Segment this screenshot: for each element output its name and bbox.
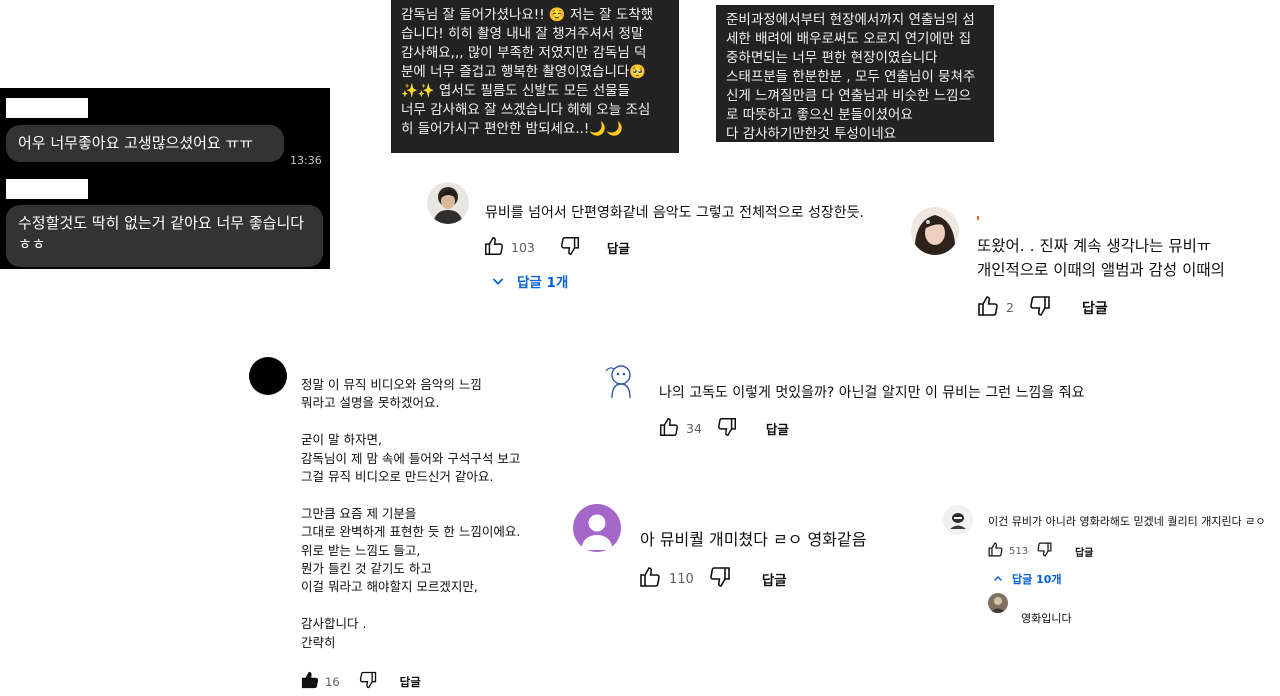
- view-replies-label: 답글 1개: [517, 275, 569, 291]
- redacted-sender-name: [6, 179, 88, 199]
- thumbs-up-icon: [301, 671, 319, 689]
- commenter-avatar[interactable]: [943, 505, 973, 535]
- reply-button[interactable]: 답글: [400, 674, 421, 690]
- commenter-avatar[interactable]: [911, 207, 959, 255]
- dislike-button[interactable]: [358, 670, 378, 693]
- thumbs-down-icon: [717, 418, 736, 436]
- chevron-down-icon: [492, 278, 504, 285]
- comment-actions: 103 답글: [483, 235, 630, 260]
- dislike-button[interactable]: [559, 235, 581, 260]
- avatar-photo-icon: [914, 215, 956, 255]
- message-note-left: 감독님 잘 들어가셨나요!! ☺️ 저는 잘 도착했 습니다! 히히 촬영 내내…: [391, 0, 679, 153]
- thumbs-up-icon: [660, 418, 678, 436]
- like-button[interactable]: [976, 294, 1000, 321]
- thumbs-up-icon: [988, 542, 1003, 557]
- message-note-right: 준비과정에서부터 현장에서까지 연출님의 섬 세한 배려에 배우로써도 오로지 …: [716, 5, 994, 142]
- dislike-button[interactable]: [1036, 541, 1053, 561]
- thumbs-down-icon: [1030, 296, 1050, 316]
- chat-time: 13:36: [290, 154, 322, 167]
- like-button[interactable]: [638, 565, 662, 593]
- comment-text: 정말 이 뮤직 비디오와 음악의 느낌 뭐라고 설명을 못하겠어요. 굳이 말 …: [301, 377, 521, 650]
- commenter-avatar[interactable]: [573, 504, 621, 552]
- chat-message-text: 수정할것도 딱히 없는거 같아요 너무 좋습니다ㅎㅎ: [18, 214, 305, 253]
- thumbs-up-icon: [978, 296, 998, 316]
- thumbs-up-icon: [640, 567, 660, 587]
- avatar-photo-icon: [433, 187, 463, 224]
- like-button[interactable]: [483, 235, 505, 260]
- avatar-photo-icon: [990, 597, 1006, 613]
- like-count: 513: [1009, 545, 1029, 557]
- chevron-up-icon: [994, 576, 1002, 581]
- avatar-character-icon: [950, 513, 966, 529]
- chat-bubble: 수정할것도 딱히 없는거 같아요 너무 좋습니다ㅎㅎ: [6, 205, 323, 267]
- like-count: 34: [686, 421, 702, 436]
- hide-replies-label: 답글 10개: [1012, 573, 1062, 586]
- dislike-button[interactable]: [1028, 294, 1052, 321]
- thumbs-down-icon: [710, 567, 730, 587]
- unread-dot: [977, 216, 979, 220]
- commenter-avatar[interactable]: [249, 357, 287, 395]
- reply-button[interactable]: 답글: [1082, 298, 1108, 318]
- comment-actions: 513 답글: [987, 541, 1094, 561]
- redacted-sender-name: [6, 98, 88, 118]
- thumbs-up-icon: [485, 237, 503, 255]
- thumbs-down-icon: [359, 671, 376, 689]
- reply-button[interactable]: 답글: [766, 419, 789, 438]
- reply-button[interactable]: 답글: [1075, 544, 1093, 559]
- commenter-avatar[interactable]: [427, 182, 469, 224]
- comment-text: 뮤비를 넘어서 단편영화같네 음악도 그렇고 전체적으로 성장한듯.: [485, 205, 864, 221]
- like-count: 16: [325, 674, 340, 689]
- like-button[interactable]: [987, 541, 1004, 561]
- comment-actions: 2 답글: [976, 294, 1108, 321]
- comment-actions: 16 답글: [300, 670, 421, 693]
- dislike-button[interactable]: [708, 565, 732, 593]
- comment-text: 아 뮤비퀄 개미쳤다 ㄹㅇ 영화같음: [640, 530, 867, 549]
- like-count: 2: [1006, 300, 1014, 315]
- like-count: 103: [511, 240, 535, 255]
- commenter-avatar[interactable]: [602, 362, 638, 400]
- like-count: 110: [669, 571, 694, 587]
- chat-screenshot: 어우 너무좋아요 고생많으셨어요 ㅠㅠ 13:36 수정할것도 딱히 없는거 같…: [0, 88, 330, 269]
- comment-text: 또왔어. . 진짜 계속 생각나는 뮤비ㅠ 개인적으로 이때의 앨범과 감성 이…: [977, 237, 1225, 279]
- comment-actions: 34 답글: [658, 416, 789, 441]
- chat-message-text: 어우 너무좋아요 고생많으셨어요 ㅠㅠ: [18, 134, 254, 152]
- reply-text: 영화입니다: [1021, 612, 1072, 625]
- like-button[interactable]: [658, 416, 680, 441]
- comment-text: 나의 고독도 이렇게 멋있을까? 아닌걸 알지만 이 뮤비는 그런 느낌을 줘요: [659, 385, 1085, 401]
- like-button[interactable]: [300, 670, 320, 693]
- reply-button[interactable]: 답글: [762, 569, 787, 589]
- thumbs-down-icon: [560, 237, 579, 255]
- hide-replies-button[interactable]: 답글 10개: [992, 571, 1062, 587]
- thumbs-down-icon: [1037, 542, 1052, 557]
- default-user-icon: [581, 514, 613, 550]
- view-replies-button[interactable]: 답글 1개: [490, 271, 568, 291]
- reply-button[interactable]: 답글: [607, 238, 630, 257]
- comment-text: 이건 뮤비가 아니라 영화라해도 믿겠네 퀄리티 개지린다 ㄹㅇ: [988, 515, 1266, 528]
- avatar-character-icon: [605, 365, 631, 399]
- chat-bubble: 어우 너무좋아요 고생많으셨어요 ㅠㅠ: [6, 125, 284, 162]
- dislike-button[interactable]: [716, 416, 738, 441]
- reply-avatar[interactable]: [988, 593, 1008, 613]
- comment-actions: 110 답글: [638, 565, 787, 593]
